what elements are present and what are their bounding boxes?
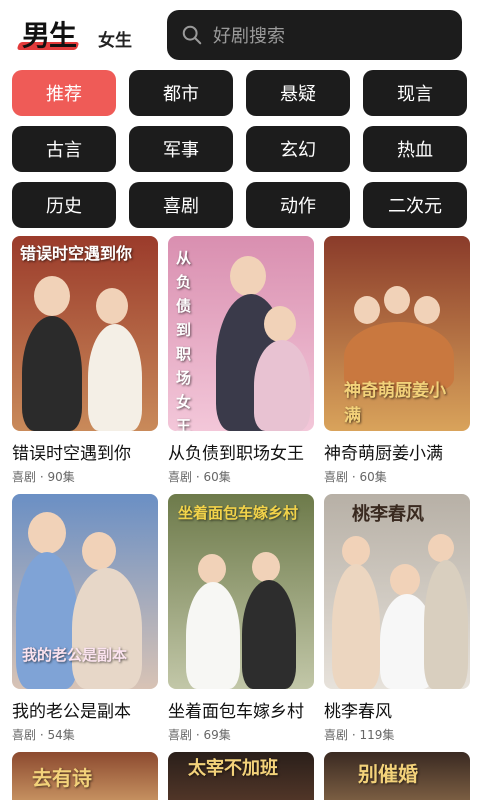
drama-meta: 喜剧 · 54集: [12, 728, 75, 742]
drama-poster: 从负债到职场女王: [168, 236, 314, 431]
drama-card[interactable]: 我的老公是副本 我的老公是副本 喜剧 · 54集: [12, 494, 158, 752]
category-tab-11[interactable]: 二次元: [363, 182, 467, 228]
category-tab-10[interactable]: 动作: [246, 182, 350, 228]
search-placeholder: 好剧搜索: [213, 26, 285, 47]
category-tab-0[interactable]: 推荐: [12, 70, 116, 116]
drama-row-partial: 去有诗 太宰不加班 别催婚: [12, 752, 472, 800]
drama-title: 神奇萌厨姜小满: [324, 444, 443, 464]
drama-card[interactable]: 桃李春风 桃李春风 喜剧 · 119集: [324, 494, 470, 752]
drama-title: 坐着面包车嫁乡村: [168, 702, 304, 722]
drama-poster[interactable]: 去有诗: [12, 752, 158, 800]
drama-meta: 喜剧 · 60集: [324, 470, 387, 484]
poster-title: 从负债到职场女王: [176, 249, 192, 431]
poster-title: 我的老公是副本: [22, 646, 128, 664]
drama-poster: 神奇萌厨姜小满: [324, 236, 470, 431]
poster-title: 错误时空遇到你: [20, 244, 133, 263]
gender-tab-male[interactable]: 男生: [22, 14, 77, 54]
category-tab-8[interactable]: 历史: [12, 182, 116, 228]
poster-title: 太宰不加班: [188, 758, 278, 779]
drama-title: 桃李春风: [324, 702, 392, 722]
poster-title: 桃李春风: [352, 504, 424, 525]
drama-meta: 喜剧 · 60集: [168, 470, 231, 484]
drama-poster: 我的老公是副本: [12, 494, 158, 689]
category-tab-5[interactable]: 军事: [129, 126, 233, 172]
category-tab-4[interactable]: 古言: [12, 126, 116, 172]
drama-meta: 喜剧 · 69集: [168, 728, 231, 742]
drama-poster: 桃李春风: [324, 494, 470, 689]
drama-card[interactable]: 从负债到职场女王 从负债到职场女王 喜剧 · 60集: [168, 236, 314, 494]
drama-meta: 喜剧 · 119集: [324, 728, 395, 742]
drama-poster: 坐着面包车嫁乡村: [168, 494, 314, 689]
poster-title: 神奇萌厨姜小满: [344, 381, 446, 426]
drama-poster[interactable]: 太宰不加班: [168, 752, 314, 800]
category-tab-2[interactable]: 悬疑: [246, 70, 350, 116]
category-tab-1[interactable]: 都市: [129, 70, 233, 116]
drama-meta: 喜剧 · 90集: [12, 470, 75, 484]
drama-title: 错误时空遇到你: [12, 444, 131, 464]
top-header: 男生 女生 好剧搜索: [0, 0, 480, 66]
drama-poster[interactable]: 别催婚: [324, 752, 470, 800]
category-tab-7[interactable]: 热血: [363, 126, 467, 172]
poster-title: 去有诗: [32, 766, 92, 790]
drama-card[interactable]: 坐着面包车嫁乡村 坐着面包车嫁乡村 喜剧 · 69集: [168, 494, 314, 752]
category-tab-6[interactable]: 玄幻: [246, 126, 350, 172]
poster-title: 别催婚: [358, 762, 418, 786]
drama-title: 我的老公是副本: [12, 702, 131, 722]
search-box[interactable]: 好剧搜索: [167, 10, 462, 60]
drama-card[interactable]: 错误时空遇到你 错误时空遇到你 喜剧 · 90集: [12, 236, 158, 494]
drama-poster: 错误时空遇到你: [12, 236, 158, 431]
category-tab-3[interactable]: 现言: [363, 70, 467, 116]
poster-title: 坐着面包车嫁乡村: [178, 504, 299, 522]
category-grid: 推荐 都市 悬疑 现言 古言 军事 玄幻 热血 历史 喜剧 动作 二次元: [12, 70, 470, 228]
drama-title: 从负债到职场女王: [168, 444, 304, 464]
drama-card[interactable]: 神奇萌厨姜小满 神奇萌厨姜小满 喜剧 · 60集: [324, 236, 470, 494]
drama-grid: 错误时空遇到你 错误时空遇到你 喜剧 · 90集 从负债到职场女王 从负债到职场…: [12, 236, 472, 752]
search-icon: [182, 25, 202, 45]
category-tab-9[interactable]: 喜剧: [129, 182, 233, 228]
gender-tab-female[interactable]: 女生: [98, 26, 132, 51]
